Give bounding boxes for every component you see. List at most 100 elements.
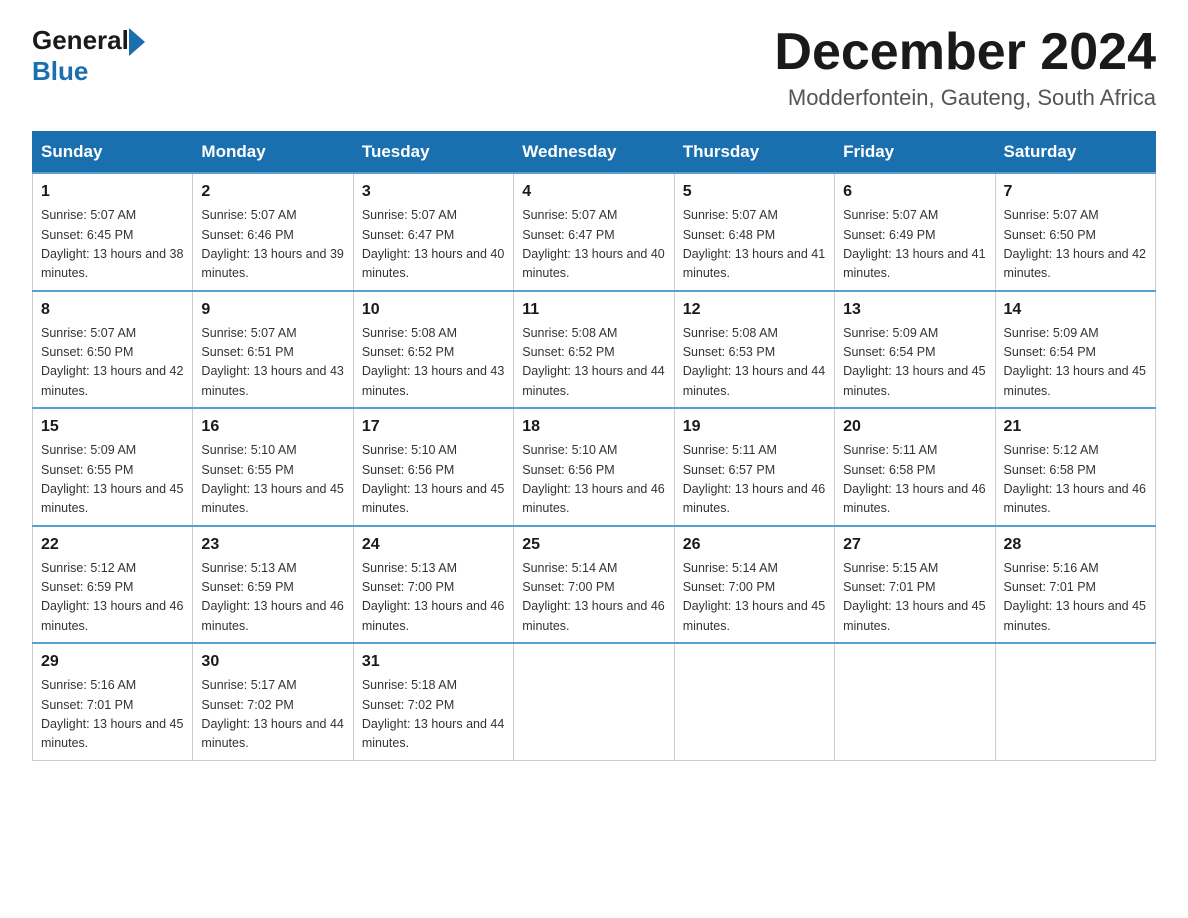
- day-info: Sunrise: 5:07 AMSunset: 6:48 PMDaylight:…: [683, 206, 826, 284]
- day-info: Sunrise: 5:15 AMSunset: 7:01 PMDaylight:…: [843, 559, 986, 637]
- column-header-tuesday: Tuesday: [353, 132, 513, 174]
- calendar-cell: 5Sunrise: 5:07 AMSunset: 6:48 PMDaylight…: [674, 173, 834, 291]
- logo-general-text: General: [32, 25, 129, 56]
- day-info: Sunrise: 5:10 AMSunset: 6:55 PMDaylight:…: [201, 441, 344, 519]
- week-row-1: 1Sunrise: 5:07 AMSunset: 6:45 PMDaylight…: [33, 173, 1156, 291]
- day-number: 30: [201, 650, 344, 674]
- day-info: Sunrise: 5:10 AMSunset: 6:56 PMDaylight:…: [522, 441, 665, 519]
- calendar-cell: 19Sunrise: 5:11 AMSunset: 6:57 PMDayligh…: [674, 408, 834, 526]
- day-info: Sunrise: 5:07 AMSunset: 6:50 PMDaylight:…: [1004, 206, 1147, 284]
- day-number: 20: [843, 415, 986, 439]
- page-header: General Blue December 2024 Modderfontein…: [32, 24, 1156, 111]
- logo-arrow-icon: [129, 28, 145, 56]
- day-info: Sunrise: 5:07 AMSunset: 6:49 PMDaylight:…: [843, 206, 986, 284]
- day-info: Sunrise: 5:08 AMSunset: 6:52 PMDaylight:…: [362, 324, 505, 402]
- day-info: Sunrise: 5:11 AMSunset: 6:58 PMDaylight:…: [843, 441, 986, 519]
- calendar-cell: 10Sunrise: 5:08 AMSunset: 6:52 PMDayligh…: [353, 291, 513, 409]
- day-info: Sunrise: 5:13 AMSunset: 6:59 PMDaylight:…: [201, 559, 344, 637]
- day-info: Sunrise: 5:07 AMSunset: 6:50 PMDaylight:…: [41, 324, 184, 402]
- calendar-cell: 28Sunrise: 5:16 AMSunset: 7:01 PMDayligh…: [995, 526, 1155, 644]
- calendar-cell: 20Sunrise: 5:11 AMSunset: 6:58 PMDayligh…: [835, 408, 995, 526]
- calendar-cell: 27Sunrise: 5:15 AMSunset: 7:01 PMDayligh…: [835, 526, 995, 644]
- day-info: Sunrise: 5:10 AMSunset: 6:56 PMDaylight:…: [362, 441, 505, 519]
- week-row-2: 8Sunrise: 5:07 AMSunset: 6:50 PMDaylight…: [33, 291, 1156, 409]
- calendar-cell: 13Sunrise: 5:09 AMSunset: 6:54 PMDayligh…: [835, 291, 995, 409]
- calendar-cell: 23Sunrise: 5:13 AMSunset: 6:59 PMDayligh…: [193, 526, 353, 644]
- column-header-friday: Friday: [835, 132, 995, 174]
- column-header-thursday: Thursday: [674, 132, 834, 174]
- calendar-cell: 22Sunrise: 5:12 AMSunset: 6:59 PMDayligh…: [33, 526, 193, 644]
- column-header-saturday: Saturday: [995, 132, 1155, 174]
- day-number: 2: [201, 180, 344, 204]
- day-info: Sunrise: 5:07 AMSunset: 6:45 PMDaylight:…: [41, 206, 184, 284]
- week-row-5: 29Sunrise: 5:16 AMSunset: 7:01 PMDayligh…: [33, 643, 1156, 760]
- day-number: 9: [201, 298, 344, 322]
- calendar-cell: 30Sunrise: 5:17 AMSunset: 7:02 PMDayligh…: [193, 643, 353, 760]
- calendar-cell: 26Sunrise: 5:14 AMSunset: 7:00 PMDayligh…: [674, 526, 834, 644]
- calendar-cell: 25Sunrise: 5:14 AMSunset: 7:00 PMDayligh…: [514, 526, 674, 644]
- day-info: Sunrise: 5:07 AMSunset: 6:47 PMDaylight:…: [362, 206, 505, 284]
- calendar-cell: 12Sunrise: 5:08 AMSunset: 6:53 PMDayligh…: [674, 291, 834, 409]
- day-number: 27: [843, 533, 986, 557]
- day-number: 10: [362, 298, 505, 322]
- calendar-cell: 17Sunrise: 5:10 AMSunset: 6:56 PMDayligh…: [353, 408, 513, 526]
- calendar-cell: 16Sunrise: 5:10 AMSunset: 6:55 PMDayligh…: [193, 408, 353, 526]
- logo: General Blue: [32, 24, 145, 87]
- calendar-cell: 11Sunrise: 5:08 AMSunset: 6:52 PMDayligh…: [514, 291, 674, 409]
- day-info: Sunrise: 5:14 AMSunset: 7:00 PMDaylight:…: [522, 559, 665, 637]
- calendar-cell: 4Sunrise: 5:07 AMSunset: 6:47 PMDaylight…: [514, 173, 674, 291]
- day-number: 31: [362, 650, 505, 674]
- day-number: 26: [683, 533, 826, 557]
- logo-blue-text: Blue: [32, 56, 88, 87]
- day-number: 13: [843, 298, 986, 322]
- calendar-cell: 18Sunrise: 5:10 AMSunset: 6:56 PMDayligh…: [514, 408, 674, 526]
- day-number: 11: [522, 298, 665, 322]
- day-info: Sunrise: 5:09 AMSunset: 6:55 PMDaylight:…: [41, 441, 184, 519]
- day-info: Sunrise: 5:07 AMSunset: 6:51 PMDaylight:…: [201, 324, 344, 402]
- calendar-cell: 31Sunrise: 5:18 AMSunset: 7:02 PMDayligh…: [353, 643, 513, 760]
- calendar-table: SundayMondayTuesdayWednesdayThursdayFrid…: [32, 131, 1156, 761]
- day-number: 23: [201, 533, 344, 557]
- day-info: Sunrise: 5:08 AMSunset: 6:53 PMDaylight:…: [683, 324, 826, 402]
- day-number: 22: [41, 533, 184, 557]
- day-number: 6: [843, 180, 986, 204]
- day-number: 1: [41, 180, 184, 204]
- week-row-4: 22Sunrise: 5:12 AMSunset: 6:59 PMDayligh…: [33, 526, 1156, 644]
- day-number: 28: [1004, 533, 1147, 557]
- calendar-cell: [514, 643, 674, 760]
- day-info: Sunrise: 5:09 AMSunset: 6:54 PMDaylight:…: [843, 324, 986, 402]
- day-number: 8: [41, 298, 184, 322]
- day-number: 12: [683, 298, 826, 322]
- day-info: Sunrise: 5:16 AMSunset: 7:01 PMDaylight:…: [41, 676, 184, 754]
- day-info: Sunrise: 5:18 AMSunset: 7:02 PMDaylight:…: [362, 676, 505, 754]
- day-number: 5: [683, 180, 826, 204]
- column-header-sunday: Sunday: [33, 132, 193, 174]
- calendar-cell: 1Sunrise: 5:07 AMSunset: 6:45 PMDaylight…: [33, 173, 193, 291]
- day-info: Sunrise: 5:12 AMSunset: 6:58 PMDaylight:…: [1004, 441, 1147, 519]
- calendar-header-row: SundayMondayTuesdayWednesdayThursdayFrid…: [33, 132, 1156, 174]
- location-title: Modderfontein, Gauteng, South Africa: [774, 85, 1156, 111]
- calendar-cell: 24Sunrise: 5:13 AMSunset: 7:00 PMDayligh…: [353, 526, 513, 644]
- day-info: Sunrise: 5:11 AMSunset: 6:57 PMDaylight:…: [683, 441, 826, 519]
- day-number: 17: [362, 415, 505, 439]
- day-number: 7: [1004, 180, 1147, 204]
- day-number: 21: [1004, 415, 1147, 439]
- day-number: 18: [522, 415, 665, 439]
- month-title: December 2024: [774, 24, 1156, 81]
- day-info: Sunrise: 5:09 AMSunset: 6:54 PMDaylight:…: [1004, 324, 1147, 402]
- week-row-3: 15Sunrise: 5:09 AMSunset: 6:55 PMDayligh…: [33, 408, 1156, 526]
- day-info: Sunrise: 5:12 AMSunset: 6:59 PMDaylight:…: [41, 559, 184, 637]
- day-info: Sunrise: 5:13 AMSunset: 7:00 PMDaylight:…: [362, 559, 505, 637]
- day-number: 29: [41, 650, 184, 674]
- day-number: 16: [201, 415, 344, 439]
- calendar-cell: 14Sunrise: 5:09 AMSunset: 6:54 PMDayligh…: [995, 291, 1155, 409]
- day-info: Sunrise: 5:14 AMSunset: 7:00 PMDaylight:…: [683, 559, 826, 637]
- calendar-cell: 29Sunrise: 5:16 AMSunset: 7:01 PMDayligh…: [33, 643, 193, 760]
- day-info: Sunrise: 5:07 AMSunset: 6:46 PMDaylight:…: [201, 206, 344, 284]
- day-info: Sunrise: 5:07 AMSunset: 6:47 PMDaylight:…: [522, 206, 665, 284]
- title-section: December 2024 Modderfontein, Gauteng, So…: [774, 24, 1156, 111]
- day-number: 4: [522, 180, 665, 204]
- calendar-cell: 3Sunrise: 5:07 AMSunset: 6:47 PMDaylight…: [353, 173, 513, 291]
- calendar-cell: 8Sunrise: 5:07 AMSunset: 6:50 PMDaylight…: [33, 291, 193, 409]
- day-number: 15: [41, 415, 184, 439]
